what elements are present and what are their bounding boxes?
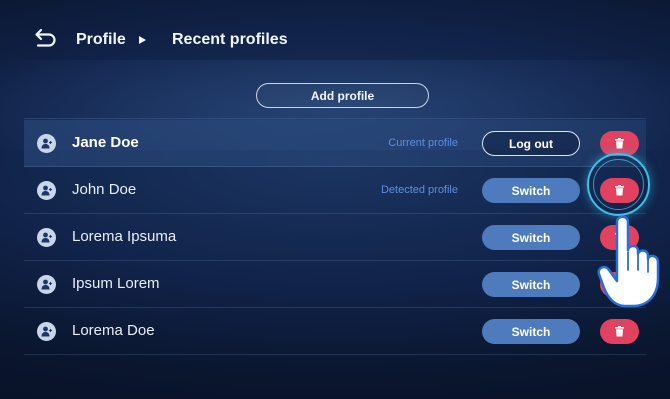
profile-name: Ipsum Lorem xyxy=(72,275,160,292)
divider xyxy=(24,118,646,119)
user-icon xyxy=(37,228,56,247)
user-icon xyxy=(37,134,56,153)
trash-icon xyxy=(615,138,624,149)
user-icon xyxy=(37,181,56,200)
profile-row[interactable]: Jane Doe Current profile Log out xyxy=(24,120,646,167)
back-arrow-icon[interactable] xyxy=(34,27,58,51)
breadcrumb-profile[interactable]: Profile xyxy=(76,31,126,49)
profile-row[interactable]: John Doe Detected profile Switch xyxy=(24,167,646,214)
profile-name: John Doe xyxy=(72,181,137,198)
user-icon xyxy=(37,322,56,341)
profile-name: Lorema Doe xyxy=(72,322,155,339)
profile-row[interactable]: Lorema Ipsuma Switch xyxy=(24,214,646,261)
switch-button[interactable]: Switch xyxy=(482,319,580,344)
switch-button[interactable]: Switch xyxy=(482,225,580,250)
profile-row[interactable]: Lorema Doe Switch xyxy=(24,308,646,355)
breadcrumb-recent-profiles: Recent profiles xyxy=(172,31,288,48)
profile-status-label: Current profile xyxy=(388,137,458,149)
tap-highlight-ring-inner xyxy=(593,159,644,210)
add-profile-button[interactable]: Add profile xyxy=(256,83,429,108)
switch-button[interactable]: Switch xyxy=(482,178,580,203)
trash-icon xyxy=(615,326,624,337)
delete-profile-button[interactable] xyxy=(600,319,639,344)
user-icon xyxy=(37,275,56,294)
add-profile-label: Add profile xyxy=(310,88,375,103)
profile-name: Lorema Ipsuma xyxy=(72,228,177,245)
caret-right-icon xyxy=(139,36,146,44)
log-out-button[interactable]: Log out xyxy=(482,131,580,156)
profile-screen: Profile Recent profiles Add profile Jane… xyxy=(0,0,670,399)
profile-status-label: Detected profile xyxy=(380,184,458,196)
profile-name: Jane Doe xyxy=(72,134,139,151)
divider xyxy=(24,354,646,355)
pointing-hand-icon xyxy=(597,215,660,308)
profile-row[interactable]: Ipsum Lorem Switch xyxy=(24,261,646,308)
header: Profile Recent profiles xyxy=(0,0,670,78)
switch-button[interactable]: Switch xyxy=(482,272,580,297)
